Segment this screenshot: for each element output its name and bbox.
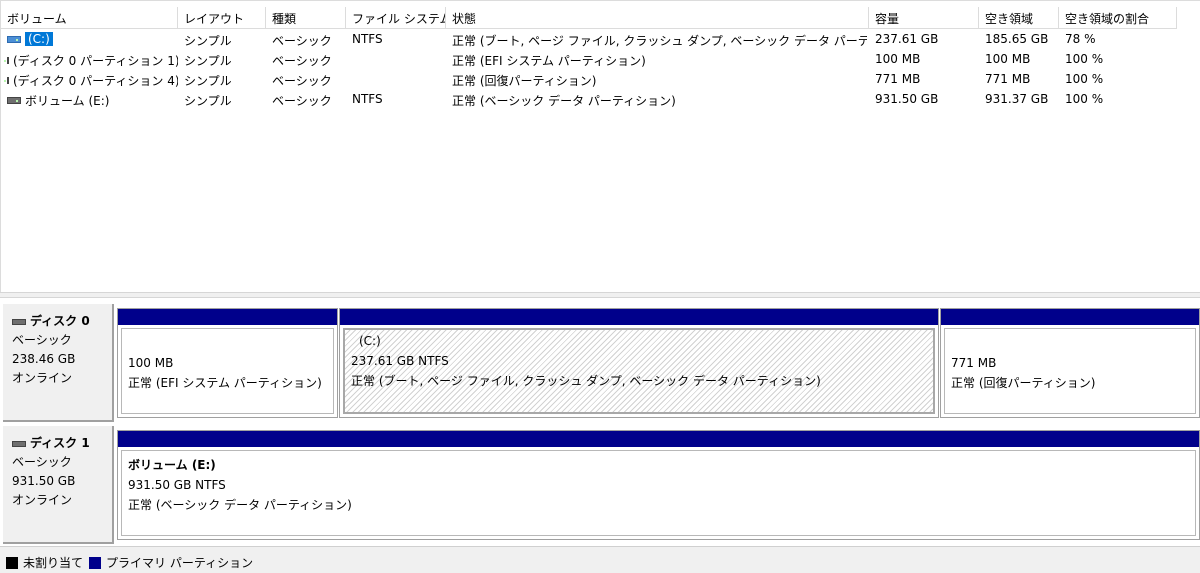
volume-percent: 100 % — [1065, 52, 1104, 66]
partition-c[interactable]: (C:) 237.61 GB NTFS 正常 (ブート, ページ ファイル, ク… — [339, 308, 939, 418]
volume-percent: 100 % — [1065, 72, 1104, 86]
column-header-type[interactable]: 種類 — [266, 7, 346, 29]
column-header-free-percent[interactable]: 空き領域の割合 — [1059, 7, 1177, 29]
partition-status: 正常 (ブート, ページ ファイル, クラッシュ ダンプ, ベーシック データ … — [351, 374, 821, 388]
volume-fs: NTFS — [352, 32, 383, 46]
partition-size: 100 MB — [128, 356, 174, 370]
volume-capacity: 237.61 GB — [875, 32, 939, 46]
legend-unallocated: 未割り当て — [23, 556, 84, 570]
volume-name: (C:) — [25, 32, 53, 46]
volume-row-c[interactable]: (C:) シンプル ベーシック NTFS 正常 (ブート, ページ ファイル, … — [1, 29, 1200, 49]
column-header-status[interactable]: 状態 — [446, 7, 869, 29]
partition-bar — [118, 431, 1199, 447]
volume-type: ベーシック — [272, 34, 332, 48]
volume-capacity: 771 MB — [875, 72, 921, 86]
volume-free: 100 MB — [985, 52, 1031, 66]
partition-label: ボリューム (E:) — [128, 458, 216, 472]
disk-0-title: ディスク 0 — [12, 312, 112, 331]
partition-label: (C:) — [359, 334, 381, 348]
volume-percent: 100 % — [1065, 92, 1104, 106]
volume-layout: シンプル — [184, 74, 232, 88]
drive-icon — [7, 35, 21, 43]
disk-0-info[interactable]: ディスク 0 ベーシック 238.46 GB オンライン — [3, 304, 114, 422]
volume-name: (ディスク 0 パーティション 1) — [13, 54, 178, 68]
column-header-capacity[interactable]: 容量 — [869, 7, 979, 29]
disk-view: ディスク 0 ベーシック 238.46 GB オンライン 100 MB 正常 (… — [0, 298, 1200, 546]
volume-free: 931.37 GB — [985, 92, 1049, 106]
partition-efi[interactable]: 100 MB 正常 (EFI システム パーティション) — [117, 308, 338, 418]
volume-name-cell: (ディスク 0 パーティション 4) — [1, 72, 178, 89]
volume-name-cell: ボリューム (E:) — [1, 92, 178, 109]
partition-e[interactable]: ボリューム (E:) 931.50 GB NTFS 正常 (ベーシック データ … — [117, 430, 1200, 540]
volume-name: ボリューム (E:) — [25, 94, 110, 108]
partition-recovery[interactable]: 771 MB 正常 (回復パーティション) — [940, 308, 1200, 418]
volume-layout: シンプル — [184, 34, 232, 48]
partition-size: 931.50 GB NTFS — [128, 478, 226, 492]
volume-percent: 78 % — [1065, 32, 1096, 46]
volume-layout: シンプル — [184, 94, 232, 108]
legend-primary: プライマリ パーティション — [106, 556, 254, 570]
disk-icon — [12, 318, 26, 325]
volume-type: ベーシック — [272, 94, 332, 108]
volume-status: 正常 (ベーシック データ パーティション) — [452, 94, 676, 108]
partition-bar — [118, 309, 337, 325]
legend-bar: 未割り当て プライマリ パーティション — [0, 546, 1200, 573]
volume-list[interactable]: ボリューム レイアウト 種類 ファイル システム 状態 容量 空き領域 空き領域… — [0, 0, 1200, 292]
volume-name-cell: (ディスク 0 パーティション 1) — [1, 52, 178, 69]
partition-body: (C:) 237.61 GB NTFS 正常 (ブート, ページ ファイル, ク… — [343, 328, 935, 414]
partition-size: 771 MB — [951, 356, 997, 370]
partition-body: ボリューム (E:) 931.50 GB NTFS 正常 (ベーシック データ … — [121, 450, 1196, 536]
partition-size: 237.61 GB NTFS — [351, 354, 449, 368]
volume-layout: シンプル — [184, 54, 232, 68]
volume-row-efi[interactable]: (ディスク 0 パーティション 1) シンプル ベーシック 正常 (EFI シス… — [1, 49, 1200, 69]
disk-1-type: ベーシック — [12, 455, 72, 469]
disk-1-state: オンライン — [12, 493, 73, 507]
primary-partition-swatch — [89, 556, 102, 569]
disk-1-name: ディスク 1 — [30, 436, 90, 450]
volume-capacity: 931.50 GB — [875, 92, 939, 106]
volume-name: (ディスク 0 パーティション 4) — [13, 74, 178, 88]
partition-status: 正常 (ベーシック データ パーティション) — [128, 498, 352, 512]
column-header-filesystem[interactable]: ファイル システム — [346, 7, 446, 29]
partition-bar — [340, 309, 938, 325]
volume-capacity: 100 MB — [875, 52, 921, 66]
disk-0-type: ベーシック — [12, 333, 72, 347]
column-header-volume[interactable]: ボリューム — [1, 7, 178, 29]
disk-1-size: 931.50 GB — [12, 474, 76, 488]
volume-status: 正常 (ブート, ページ ファイル, クラッシュ ダンプ, ベーシック データ … — [452, 34, 867, 48]
disk-icon — [12, 440, 26, 447]
drive-icon — [4, 77, 9, 84]
volume-type: ベーシック — [272, 54, 332, 68]
partition-body: 100 MB 正常 (EFI システム パーティション) — [121, 328, 334, 414]
drive-icon — [4, 57, 9, 64]
drive-icon — [7, 97, 21, 104]
partition-bar — [941, 309, 1199, 325]
disk-1-title: ディスク 1 — [12, 434, 112, 453]
volume-name-cell: (C:) — [1, 32, 178, 46]
disk-0-size: 238.46 GB — [12, 352, 76, 366]
volume-status: 正常 (回復パーティション) — [452, 74, 597, 88]
volume-free: 771 MB — [985, 72, 1031, 86]
volume-type: ベーシック — [272, 74, 332, 88]
disk-0-name: ディスク 0 — [30, 314, 90, 328]
partition-status: 正常 (EFI システム パーティション) — [128, 376, 322, 390]
unallocated-swatch — [6, 556, 18, 569]
volume-status: 正常 (EFI システム パーティション) — [452, 54, 646, 68]
partition-body: 771 MB 正常 (回復パーティション) — [944, 328, 1196, 414]
column-header-free-space[interactable]: 空き領域 — [979, 7, 1059, 29]
disk-0-state: オンライン — [12, 371, 73, 385]
volume-row-e[interactable]: ボリューム (E:) シンプル ベーシック NTFS 正常 (ベーシック データ… — [1, 89, 1200, 109]
column-header-layout[interactable]: レイアウト — [178, 7, 266, 29]
partition-status: 正常 (回復パーティション) — [951, 376, 1096, 390]
volume-fs: NTFS — [352, 92, 383, 106]
volume-row-recovery[interactable]: (ディスク 0 パーティション 4) シンプル ベーシック 正常 (回復パーティ… — [1, 69, 1200, 89]
volume-free: 185.65 GB — [985, 32, 1049, 46]
disk-1-info[interactable]: ディスク 1 ベーシック 931.50 GB オンライン — [3, 426, 114, 544]
